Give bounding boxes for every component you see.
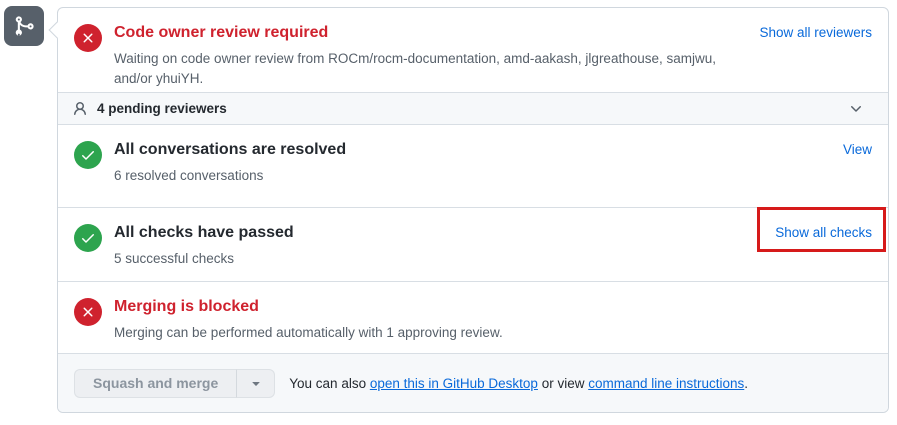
show-all-checks-link[interactable]: Show all checks: [775, 225, 872, 240]
note-text: or view: [538, 376, 588, 391]
x-icon: [74, 298, 102, 326]
merge-status-box: Code owner review required Waiting on co…: [57, 7, 889, 413]
code-owner-title: Code owner review required: [114, 23, 747, 44]
github-desktop-link[interactable]: open this in GitHub Desktop: [370, 376, 538, 391]
section-checks: All checks have passed 5 successful chec…: [58, 208, 888, 282]
chevron-down-icon: [848, 101, 864, 117]
section-merging-blocked: Merging is blocked Merging can be perfor…: [58, 282, 888, 353]
merging-blocked-subtitle: Merging can be performed automatically w…: [114, 323, 872, 343]
merging-blocked-title: Merging is blocked: [114, 297, 872, 318]
section-code-owner-review: Code owner review required Waiting on co…: [58, 8, 888, 92]
triangle-down-icon: [248, 375, 264, 391]
conversations-subtitle: 6 resolved conversations: [114, 166, 831, 186]
squash-and-merge-button[interactable]: Squash and merge: [74, 369, 236, 398]
code-owner-description: Waiting on code owner review from ROCm/r…: [114, 51, 716, 86]
view-conversations-link[interactable]: View: [843, 142, 872, 157]
checks-title: All checks have passed: [114, 223, 763, 244]
merge-options-dropdown-button[interactable]: [236, 369, 275, 398]
check-icon: [74, 141, 102, 169]
git-merge-icon: [13, 15, 35, 37]
checks-subtitle: 5 successful checks: [114, 249, 763, 269]
person-icon: [72, 101, 88, 117]
section-conversations: All conversations are resolved 6 resolve…: [58, 125, 888, 208]
command-line-instructions-link[interactable]: command line instructions: [588, 376, 744, 391]
note-text: .: [744, 376, 748, 391]
note-text: You can also: [289, 376, 370, 391]
conversations-title: All conversations are resolved: [114, 140, 831, 161]
show-all-reviewers-link[interactable]: Show all reviewers: [759, 25, 872, 40]
alternative-merge-note: You can also open this in GitHub Desktop…: [289, 376, 748, 391]
check-icon: [74, 224, 102, 252]
merge-box-footer: Squash and merge You can also open this …: [58, 353, 888, 412]
pending-reviewers-label: 4 pending reviewers: [97, 101, 227, 116]
pending-reviewers-row[interactable]: 4 pending reviewers: [58, 92, 888, 125]
pr-merge-status-screenshot: Code owner review required Waiting on co…: [0, 0, 897, 425]
timeline-badge: [4, 6, 44, 46]
merge-button-group: Squash and merge: [74, 369, 275, 398]
x-icon: [74, 24, 102, 52]
